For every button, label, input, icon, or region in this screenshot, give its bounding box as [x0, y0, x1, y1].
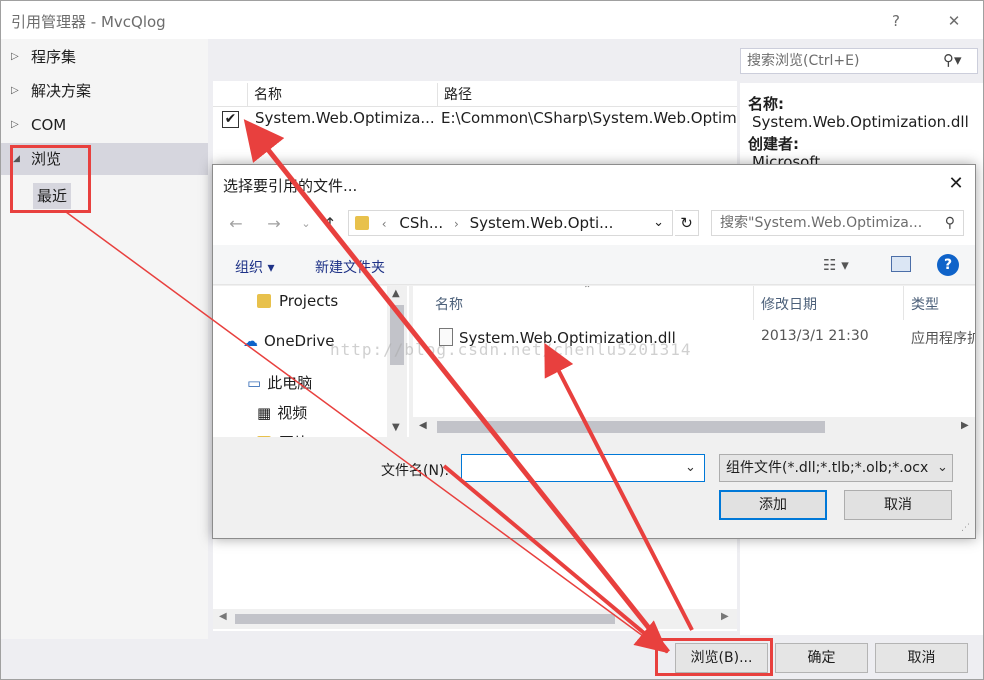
annotation-arrow-to-browse — [442, 464, 669, 654]
annotation-arrows — [65, 119, 694, 654]
annotation-arrow-to-checkbox — [243, 119, 670, 654]
annotation-line-thin — [65, 211, 663, 651]
